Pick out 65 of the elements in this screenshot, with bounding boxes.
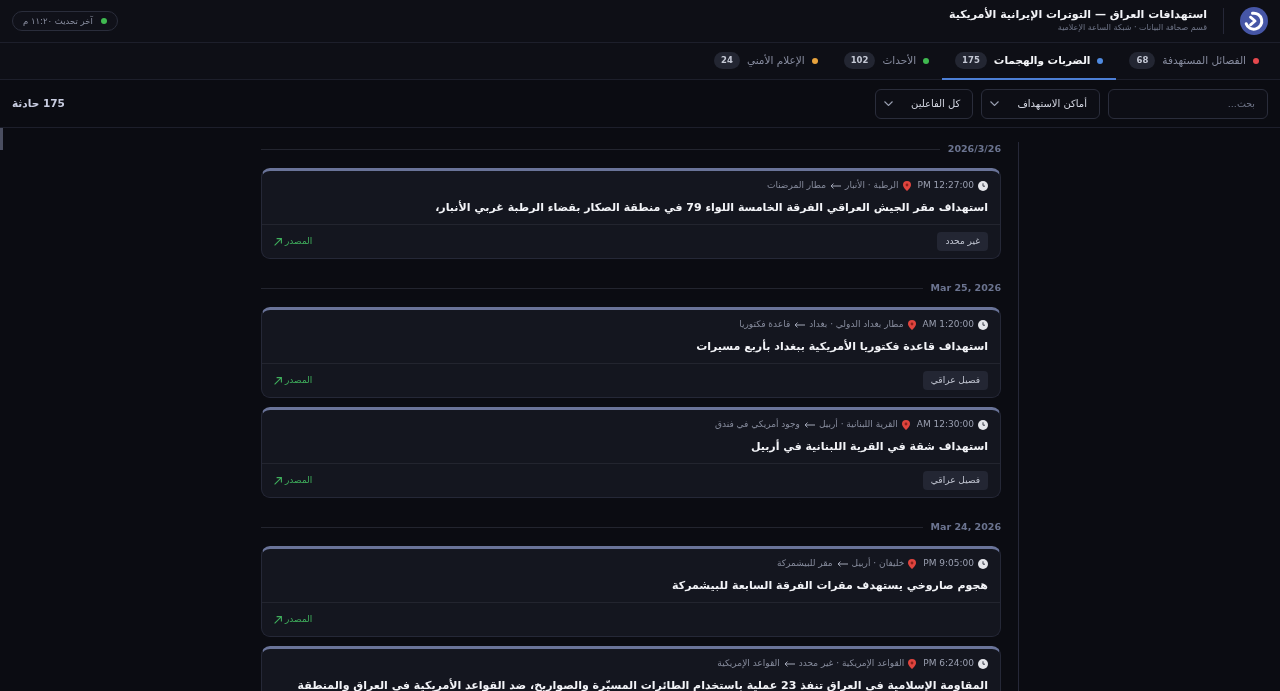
filter-dropdown[interactable]: أماكن الاستهداف bbox=[981, 88, 1100, 119]
incident-title: استهداف مقر الجيش العراقي الفرقة الخامسة اللواء 79 في منطقة الصكار بقضاء الرطبة غربي الأنبار، bbox=[434, 199, 988, 216]
arrow-icon bbox=[783, 660, 795, 667]
clock-icon bbox=[978, 419, 988, 430]
incident-target: القواعد الإمريكية bbox=[717, 656, 780, 670]
pin-icon bbox=[907, 319, 916, 330]
incident-location: خليفان · أربيل bbox=[851, 556, 905, 570]
actor-tag: فصيل عراقي bbox=[922, 470, 988, 491]
clock-icon bbox=[978, 319, 988, 330]
pin-icon bbox=[908, 558, 917, 569]
external-link-icon bbox=[274, 615, 282, 624]
incident-target: مطار المرضنات bbox=[766, 178, 827, 192]
incident-target: وجود أمريكي في فندق bbox=[714, 417, 800, 431]
tab-count: 175 bbox=[955, 52, 987, 69]
filter-dropdown[interactable]: كل الفاعلين bbox=[875, 88, 974, 119]
pin-icon bbox=[901, 419, 910, 430]
date-heading: Mar 24, 2026 bbox=[930, 519, 1001, 534]
page-subtitle: قسم صحافة البيانات · شبكة الساعة الإعلامية bbox=[1056, 22, 1207, 35]
chevron-down-icon bbox=[884, 101, 893, 106]
clock-icon bbox=[978, 658, 988, 669]
clock-icon bbox=[978, 558, 988, 569]
actor-tag: غير محدد bbox=[937, 231, 988, 252]
arrow-icon bbox=[803, 421, 815, 428]
arrow-icon bbox=[830, 182, 842, 189]
clock-icon bbox=[978, 180, 988, 191]
tab-count: 102 bbox=[843, 52, 876, 69]
search-field[interactable]: بحث... bbox=[1108, 88, 1268, 119]
incident-target: مقر للبيشمركة bbox=[776, 556, 833, 570]
incident-title: المقاومة الإسلامية في العراق تنفذ 23 عملية باستخدام الطائرات المسيّرة والصواريخ، ضد القواعد الأمريكية في العراق والمنطقة bbox=[296, 677, 988, 691]
incident-title: استهداف شقة في القرية اللبنانية في أربيل bbox=[749, 438, 988, 455]
tab-count: 68 bbox=[1129, 52, 1156, 69]
incident-time: 12:27:00 PM bbox=[917, 178, 974, 192]
incident-time: 12:30:00 AM bbox=[916, 417, 974, 431]
incident-location: القواعد الإمريكية · غير محدد bbox=[798, 656, 905, 670]
incident-title: هجوم صاروخي يستهدف مقرات الفرقة السابعة للبيشمركة bbox=[671, 578, 988, 594]
pin-icon bbox=[902, 180, 911, 191]
date-heading: Mar 25, 2026 bbox=[930, 280, 1001, 295]
incident-time: 6:24:00 PM bbox=[923, 656, 974, 670]
external-link-icon bbox=[274, 237, 282, 246]
chevron-down-icon bbox=[990, 101, 1000, 106]
incident-target: قاعدة فكتوريا bbox=[739, 317, 791, 331]
arrow-icon bbox=[836, 560, 848, 567]
external-link-icon bbox=[274, 376, 282, 385]
tab-count: 24 bbox=[714, 52, 740, 69]
logo-icon bbox=[1240, 7, 1268, 35]
external-link-icon bbox=[274, 476, 282, 485]
source-link[interactable]: المصدر bbox=[274, 473, 313, 488]
incident-title: استهداف قاعدة فكتوريا الأمريكية ببغداد بأربع مسيرات bbox=[695, 338, 988, 355]
arrow-icon bbox=[794, 321, 806, 328]
source-link[interactable]: المصدر bbox=[274, 612, 313, 627]
pin-icon bbox=[908, 658, 917, 669]
source-link[interactable]: المصدر bbox=[274, 234, 313, 249]
date-heading: 2026/3/26 bbox=[947, 141, 1001, 156]
actor-tag: فصيل عراقي bbox=[922, 370, 988, 391]
incident-location: القرية اللبنانية · أربيل bbox=[818, 417, 898, 431]
page-title: استهدافات العراق — التوترات الإيرانية الأمريكية bbox=[949, 7, 1207, 23]
incident-location: مطار بغداد الدولي · بغداد bbox=[809, 317, 904, 331]
last-update-text: آخر تحديث ١١:٢٠ م bbox=[23, 14, 93, 28]
source-link[interactable]: المصدر bbox=[274, 373, 313, 388]
incident-location: الرطبة · الأنبار bbox=[845, 178, 899, 192]
incident-time: 9:05:00 PM bbox=[923, 556, 974, 570]
status-dot-icon bbox=[100, 18, 107, 24]
scrollbar-thumb[interactable] bbox=[0, 128, 3, 150]
incident-time: 1:20:00 AM bbox=[922, 317, 974, 331]
result-count: 175 حادثة bbox=[12, 95, 65, 111]
